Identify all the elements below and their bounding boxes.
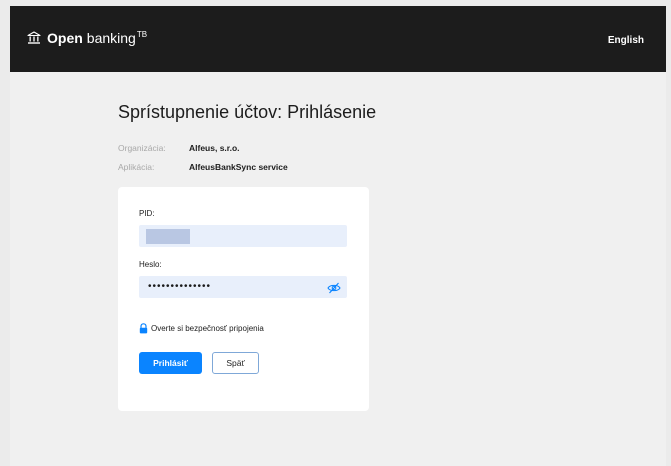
application-row: Aplikácia: AlfeusBankSync service: [118, 162, 288, 172]
organization-row: Organizácia: Alfeus, s.r.o.: [118, 143, 240, 153]
pid-value-redacted: [146, 229, 190, 244]
login-card: PID: Heslo: •••••••••••••• Overte si bez…: [118, 187, 369, 411]
eye-slash-icon[interactable]: [327, 281, 341, 294]
lock-icon: [139, 323, 148, 334]
brand-logo[interactable]: Open banking TB: [27, 30, 147, 46]
page-title: Sprístupnenie účtov: Prihlásenie: [118, 102, 377, 122]
organization-label: Organizácia:: [118, 143, 166, 153]
organization-value: Alfeus, s.r.o.: [189, 143, 240, 153]
brand-name-strong: Open: [47, 30, 83, 46]
connection-security-text: Overte si bezpečnosť pripojenia: [151, 324, 264, 333]
back-button[interactable]: Späť: [212, 352, 259, 374]
top-navigation-bar: Open banking TB English: [10, 6, 666, 72]
password-label: Heslo:: [139, 260, 162, 269]
pid-label: PID:: [139, 209, 155, 218]
bank-icon: [27, 31, 41, 45]
login-button[interactable]: Prihlásiť: [139, 352, 202, 374]
pid-input[interactable]: [139, 225, 347, 247]
brand-superscript: TB: [136, 29, 148, 39]
connection-security-link[interactable]: Overte si bezpečnosť pripojenia: [139, 323, 264, 334]
password-masked-value: ••••••••••••••: [148, 281, 212, 292]
brand-name-rest: banking: [86, 30, 136, 46]
language-switch-link[interactable]: English: [608, 35, 644, 46]
application-label: Aplikácia:: [118, 162, 155, 172]
application-value: AlfeusBankSync service: [189, 162, 288, 172]
password-input[interactable]: ••••••••••••••: [139, 276, 347, 298]
